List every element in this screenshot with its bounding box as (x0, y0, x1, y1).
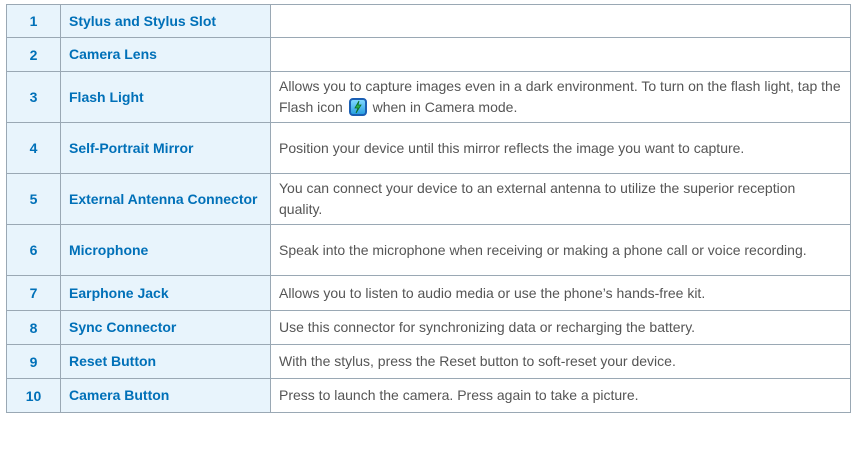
table-row: 1 Stylus and Stylus Slot (6, 4, 851, 38)
item-description: You can connect your device to an extern… (270, 173, 851, 225)
item-description (270, 37, 851, 72)
item-number: 3 (6, 71, 61, 123)
item-description: Use this connector for synchronizing dat… (270, 310, 851, 345)
item-description: Allows you to listen to audio media or u… (270, 275, 851, 311)
item-name: External Antenna Connector (60, 173, 271, 225)
table-row: 5 External Antenna Connector You can con… (6, 173, 851, 225)
item-description: Speak into the microphone when receiving… (270, 224, 851, 276)
item-name: Stylus and Stylus Slot (60, 4, 271, 38)
item-number: 7 (6, 275, 61, 311)
item-number: 5 (6, 173, 61, 225)
table-row: 2 Camera Lens (6, 37, 851, 72)
item-number: 10 (6, 378, 61, 413)
item-name: Reset Button (60, 344, 271, 379)
item-number: 1 (6, 4, 61, 38)
item-description: Position your device until this mirror r… (270, 122, 851, 174)
item-name: Earphone Jack (60, 275, 271, 311)
item-number: 4 (6, 122, 61, 174)
item-number: 8 (6, 310, 61, 345)
flash-icon (348, 98, 367, 116)
item-name: Self-Portrait Mirror (60, 122, 271, 174)
table-row: 7 Earphone Jack Allows you to listen to … (6, 275, 851, 311)
item-number: 9 (6, 344, 61, 379)
item-number: 6 (6, 224, 61, 276)
item-description (270, 4, 851, 38)
item-name: Microphone (60, 224, 271, 276)
table-row: 10 Camera Button Press to launch the cam… (6, 378, 851, 413)
table-row: 9 Reset Button With the stylus, press th… (6, 344, 851, 379)
table-row: 4 Self-Portrait Mirror Position your dev… (6, 122, 851, 174)
item-name: Sync Connector (60, 310, 271, 345)
table-row: 8 Sync Connector Use this connector for … (6, 310, 851, 345)
item-description: Press to launch the camera. Press again … (270, 378, 851, 413)
components-table: 1 Stylus and Stylus Slot 2 Camera Lens 3… (6, 4, 851, 413)
item-name: Camera Button (60, 378, 271, 413)
item-description: Allows you to capture images even in a d… (270, 71, 851, 123)
table-row: 6 Microphone Speak into the microphone w… (6, 224, 851, 276)
table-row: 3 Flash Light Allows you to capture imag… (6, 71, 851, 123)
item-name: Camera Lens (60, 37, 271, 72)
item-description: With the stylus, press the Reset button … (270, 344, 851, 379)
item-number: 2 (6, 37, 61, 72)
item-name: Flash Light (60, 71, 271, 123)
description-text: when in Camera mode. (372, 99, 518, 115)
